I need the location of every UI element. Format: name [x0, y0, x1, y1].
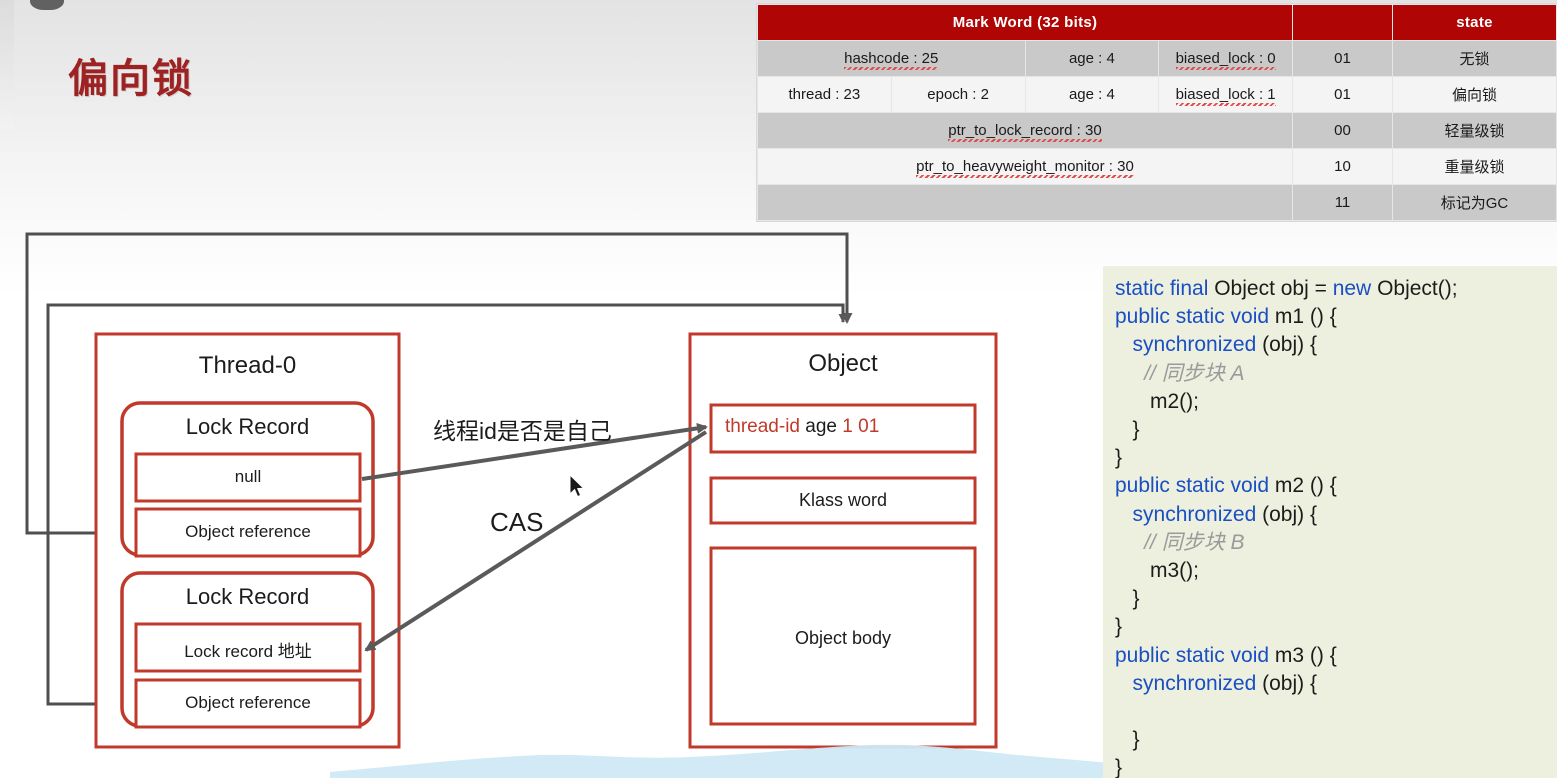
code-text: m1 () { — [1274, 305, 1337, 329]
code-line: m2(); — [1115, 388, 1557, 416]
lock-record-2-title: Lock Record — [185, 584, 310, 609]
code-comment: // 同步块 A — [1144, 361, 1245, 385]
lock-record-1-title: Lock Record — [185, 414, 310, 439]
code-line: synchronized (obj) { — [1115, 501, 1557, 529]
code-text: Object obj = — [1214, 277, 1333, 300]
code-text: m3 () { — [1274, 643, 1337, 667]
code-text: } — [1115, 728, 1140, 752]
annotation-cas: CAS — [490, 507, 544, 537]
mouse-cursor — [569, 474, 585, 498]
code-line: } — [1115, 613, 1557, 641]
code-keyword: public static void — [1115, 305, 1275, 329]
code-text: (obj) { — [1262, 502, 1317, 526]
code-keyword: new — [1332, 277, 1378, 300]
code-text: m2(); — [1115, 389, 1199, 413]
code-keyword: synchronized — [1132, 502, 1263, 526]
code-keyword: public static void — [1115, 474, 1275, 498]
arrow-cas — [364, 430, 708, 652]
markword-age: age — [805, 416, 837, 437]
bottom-wave-decoration — [330, 744, 1190, 778]
code-text: } — [1115, 587, 1140, 611]
code-line: } — [1115, 754, 1557, 778]
code-text: m2 () { — [1274, 474, 1337, 498]
lock-record-1-value: null — [234, 467, 262, 486]
code-keyword: synchronized — [1132, 333, 1263, 357]
object-box-title: Object — [808, 350, 878, 377]
lock-record-2-object-reference: Object reference — [185, 693, 311, 712]
code-line: // 同步块 B — [1115, 529, 1557, 557]
code-line: } — [1115, 726, 1557, 754]
code-line: synchronized (obj) { — [1115, 331, 1557, 359]
code-line: public static void m1 () { — [1115, 303, 1557, 331]
code-keyword: synchronized — [1132, 671, 1263, 695]
code-text: } — [1115, 615, 1123, 639]
object-markword-content: thread-id age 1 01 — [711, 416, 975, 438]
lock-record-1-object-reference: Object reference — [185, 522, 311, 541]
code-keyword: static final — [1115, 277, 1215, 300]
markword-biased-bit: 1 — [842, 416, 853, 437]
markword-lock-bits: 01 — [858, 416, 880, 437]
code-line: synchronized (obj) { — [1115, 670, 1557, 698]
code-line: public static void m3 () { — [1115, 642, 1557, 670]
code-text: (obj) { — [1262, 671, 1317, 695]
code-text: } — [1115, 756, 1123, 778]
code-line: static final Object obj = new Object(); — [1115, 275, 1557, 303]
markword-thread-id: thread-id — [725, 416, 800, 437]
lock-record-2-value: Lock record 地址 — [184, 642, 312, 661]
code-line: m3(); — [1115, 557, 1557, 585]
code-text: m3(); — [1115, 559, 1199, 583]
code-line: // 同步块 A — [1115, 360, 1557, 388]
code-line: } — [1115, 585, 1557, 613]
object-klass-word: Klass word — [798, 490, 888, 510]
code-panel: static final Object obj = new Object(); p… — [1103, 265, 1557, 778]
code-comment: // 同步块 B — [1144, 530, 1245, 554]
object-body-label: Object body — [794, 628, 892, 648]
code-text: (obj) { — [1262, 333, 1317, 357]
code-line: } — [1115, 416, 1557, 444]
code-line: public static void m2 () { — [1115, 472, 1557, 500]
slide-canvas: 偏向锁 Mark Word (32 bits) state hashcode :… — [0, 0, 1557, 778]
code-text: } — [1115, 418, 1140, 442]
code-line: } — [1115, 444, 1557, 472]
code-text: } — [1115, 446, 1123, 470]
code-keyword: public static void — [1115, 643, 1275, 667]
code-text: Object(); — [1377, 277, 1458, 300]
thread-box-title: Thread-0 — [198, 352, 297, 379]
annotation-thread-id-check: 线程id是否是自己 — [433, 418, 612, 444]
